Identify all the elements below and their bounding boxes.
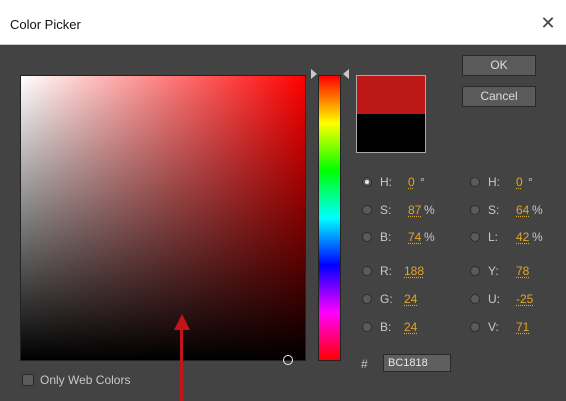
saturation-brightness-field[interactable] xyxy=(20,75,306,365)
color-swatch xyxy=(356,75,426,153)
saturation-hsb-input[interactable]: 87 xyxy=(408,203,421,217)
hue-hsb-input[interactable]: 0 xyxy=(408,175,415,189)
hex-input[interactable]: BC1818 xyxy=(383,354,451,372)
v-input[interactable]: 71 xyxy=(516,320,529,334)
ok-button[interactable]: OK xyxy=(462,55,536,76)
blue-label: B: xyxy=(380,320,392,334)
lightness-hsl-input[interactable]: 42 xyxy=(516,230,529,244)
cancel-button[interactable]: Cancel xyxy=(462,86,536,107)
red-label: R: xyxy=(380,264,392,278)
red-radio[interactable] xyxy=(362,266,372,276)
saturation-hsb-label: S: xyxy=(380,203,392,217)
title-bar: Color Picker ✕ xyxy=(0,0,566,44)
hue-hsb-unit: ° xyxy=(420,175,425,189)
close-icon[interactable]: ✕ xyxy=(538,13,558,33)
original-color-swatch[interactable] xyxy=(357,114,425,152)
hue-hsl-label: H: xyxy=(488,175,500,189)
window-title: Color Picker xyxy=(10,17,81,32)
hue-hsl-unit: ° xyxy=(528,175,533,189)
lightness-hsl-radio[interactable] xyxy=(470,232,480,242)
saturation-hsl-input[interactable]: 64 xyxy=(516,203,529,217)
u-input[interactable]: -25 xyxy=(516,292,533,306)
saturation-hsl-radio[interactable] xyxy=(470,205,480,215)
brightness-hsb-unit: % xyxy=(424,230,435,244)
brightness-hsb-radio[interactable] xyxy=(362,232,372,242)
u-label: U: xyxy=(488,292,500,306)
hue-hsl-input[interactable]: 0 xyxy=(516,175,523,189)
brightness-hsb-input[interactable]: 74 xyxy=(408,230,421,244)
hue-hsl-radio[interactable] xyxy=(470,177,480,187)
hue-slider-left-arrow-icon[interactable] xyxy=(311,69,317,79)
saturation-hsb-radio[interactable] xyxy=(362,205,372,215)
annotation-arrow-icon xyxy=(174,314,190,330)
only-web-colors-label: Only Web Colors xyxy=(40,373,131,387)
y-input[interactable]: 78 xyxy=(516,264,529,278)
green-label: G: xyxy=(380,292,393,306)
y-radio[interactable] xyxy=(470,266,480,276)
green-radio[interactable] xyxy=(362,294,372,304)
hue-slider[interactable] xyxy=(318,75,341,361)
color-selector-circle[interactable] xyxy=(283,355,293,365)
v-radio[interactable] xyxy=(470,322,480,332)
red-input[interactable]: 188 xyxy=(404,264,424,278)
blue-input[interactable]: 24 xyxy=(404,320,417,334)
y-label: Y: xyxy=(488,264,499,278)
brightness-hsb-label: B: xyxy=(380,230,392,244)
only-web-colors-checkbox[interactable] xyxy=(22,374,34,386)
new-color-swatch xyxy=(357,76,425,114)
annotation-arrow-shaft xyxy=(180,330,183,401)
blue-radio[interactable] xyxy=(362,322,372,332)
hue-hsb-label: H: xyxy=(380,175,392,189)
lightness-hsl-unit: % xyxy=(532,230,543,244)
u-radio[interactable] xyxy=(470,294,480,304)
hex-symbol: # xyxy=(361,357,368,371)
saturation-hsb-unit: % xyxy=(424,203,435,217)
hue-hsb-radio[interactable] xyxy=(362,177,372,187)
v-label: V: xyxy=(488,320,499,334)
green-input[interactable]: 24 xyxy=(404,292,417,306)
lightness-hsl-label: L: xyxy=(488,230,499,244)
hue-slider-right-arrow-icon[interactable] xyxy=(343,69,349,79)
saturation-hsl-label: S: xyxy=(488,203,500,217)
saturation-hsl-unit: % xyxy=(532,203,543,217)
